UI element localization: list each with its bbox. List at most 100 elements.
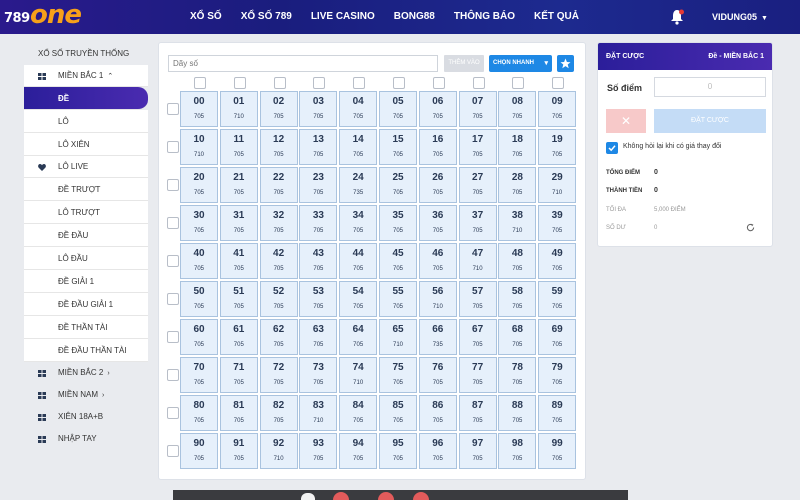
number-cell[interactable]: 10 710 (180, 129, 218, 165)
number-cell[interactable]: 38 710 (498, 205, 537, 241)
number-cell[interactable]: 61 705 (219, 319, 258, 355)
number-cell[interactable]: 40 705 (180, 243, 218, 279)
number-cell[interactable]: 72 705 (259, 357, 298, 393)
number-cell[interactable]: 58 705 (498, 281, 537, 317)
number-cell[interactable]: 90 705 (180, 433, 218, 469)
nav-live-casino[interactable]: LIVE CASINO (311, 0, 375, 34)
number-cell[interactable]: 12 705 (259, 129, 298, 165)
column-checkbox[interactable] (313, 77, 326, 89)
number-cell[interactable]: 35 705 (379, 205, 417, 241)
number-cell[interactable]: 01 710 (219, 91, 258, 127)
column-checkbox[interactable] (432, 77, 445, 89)
number-cell[interactable]: 09 705 (538, 91, 577, 127)
number-cell[interactable]: 14 705 (339, 129, 378, 165)
number-cell[interactable]: 84 705 (339, 395, 378, 431)
sidebar-item-de-dau[interactable]: ĐỀ ĐẦU (24, 224, 148, 247)
taskbar-app-icon[interactable] (378, 492, 394, 500)
row-checkbox[interactable] (167, 179, 179, 191)
number-cell[interactable]: 52 705 (259, 281, 298, 317)
number-cell[interactable]: 82 705 (259, 395, 298, 431)
number-cell[interactable]: 07 705 (458, 91, 497, 127)
number-cell[interactable]: 97 705 (458, 433, 497, 469)
column-checkbox[interactable] (552, 77, 565, 89)
number-cell[interactable]: 47 710 (458, 243, 497, 279)
number-sequence-input[interactable] (168, 55, 438, 72)
number-cell[interactable]: 45 705 (379, 243, 417, 279)
row-checkbox[interactable] (167, 293, 179, 305)
site-logo[interactable]: 789 one (4, 0, 104, 31)
number-cell[interactable]: 68 705 (498, 319, 537, 355)
number-cell[interactable]: 83 710 (299, 395, 338, 431)
number-cell[interactable]: 34 705 (339, 205, 378, 241)
number-cell[interactable]: 48 705 (498, 243, 537, 279)
number-cell[interactable]: 93 705 (299, 433, 338, 469)
number-cell[interactable]: 24 735 (339, 167, 378, 203)
taskbar-app-icon[interactable] (333, 492, 349, 500)
sidebar-item-de-dau-giai-1[interactable]: ĐỀ ĐẦU GIẢI 1 (24, 293, 148, 316)
number-cell[interactable]: 15 705 (379, 129, 417, 165)
number-cell[interactable]: 11 705 (219, 129, 258, 165)
number-cell[interactable]: 65 710 (379, 319, 417, 355)
number-cell[interactable]: 31 705 (219, 205, 258, 241)
sidebar-group-lo-live[interactable]: LÔ LIVE (24, 156, 148, 178)
row-checkbox[interactable] (167, 217, 179, 229)
number-cell[interactable]: 27 705 (458, 167, 497, 203)
number-cell[interactable]: 71 705 (219, 357, 258, 393)
row-checkbox[interactable] (167, 103, 179, 115)
number-cell[interactable]: 21 705 (219, 167, 258, 203)
number-cell[interactable]: 98 705 (498, 433, 537, 469)
row-checkbox[interactable] (167, 369, 179, 381)
number-cell[interactable]: 76 705 (418, 357, 457, 393)
number-cell[interactable]: 50 705 (180, 281, 218, 317)
number-cell[interactable]: 75 705 (379, 357, 417, 393)
number-cell[interactable]: 95 705 (379, 433, 417, 469)
number-cell[interactable]: 08 705 (498, 91, 537, 127)
sidebar-item-de[interactable]: ĐỀ (24, 87, 148, 110)
row-checkbox[interactable] (167, 407, 179, 419)
nav-xo-so-789[interactable]: XỔ SỐ 789 (241, 0, 292, 34)
number-cell[interactable]: 51 705 (219, 281, 258, 317)
nav-xo-so[interactable]: XỔ SỐ (190, 0, 222, 34)
clear-button[interactable]: ✕ (606, 109, 646, 133)
column-checkbox[interactable] (233, 77, 246, 89)
number-cell[interactable]: 00 705 (180, 91, 218, 127)
number-cell[interactable]: 62 705 (259, 319, 298, 355)
number-cell[interactable]: 02 705 (259, 91, 298, 127)
number-cell[interactable]: 06 705 (418, 91, 457, 127)
sidebar-item-de-than-tai[interactable]: ĐỀ THẦN TÀI (24, 316, 148, 339)
number-cell[interactable]: 99 705 (538, 433, 577, 469)
number-cell[interactable]: 19 705 (538, 129, 577, 165)
bell-icon[interactable] (670, 9, 684, 25)
number-cell[interactable]: 63 705 (299, 319, 338, 355)
number-cell[interactable]: 54 705 (339, 281, 378, 317)
number-cell[interactable]: 79 705 (538, 357, 577, 393)
sidebar-group-xien[interactable]: XIÊN 18A+B (24, 406, 148, 428)
taskbar-app-icon[interactable] (413, 492, 429, 500)
number-cell[interactable]: 86 705 (418, 395, 457, 431)
number-cell[interactable]: 30 705 (180, 205, 218, 241)
sidebar-group-mien-nam[interactable]: MIỀN NAM › (24, 384, 148, 406)
number-cell[interactable]: 85 705 (379, 395, 417, 431)
number-cell[interactable]: 81 705 (219, 395, 258, 431)
nav-thong-bao[interactable]: THÔNG BÁO (454, 0, 515, 34)
column-checkbox[interactable] (472, 77, 485, 89)
row-checkbox[interactable] (167, 255, 179, 267)
number-cell[interactable]: 22 705 (259, 167, 298, 203)
number-cell[interactable]: 66 735 (418, 319, 457, 355)
column-checkbox[interactable] (353, 77, 366, 89)
number-cell[interactable]: 56 710 (418, 281, 457, 317)
number-cell[interactable]: 49 705 (538, 243, 577, 279)
number-cell[interactable]: 59 705 (538, 281, 577, 317)
number-cell[interactable]: 13 705 (299, 129, 338, 165)
number-cell[interactable]: 36 705 (418, 205, 457, 241)
taskbar-app-icon[interactable] (301, 493, 315, 500)
number-cell[interactable]: 16 705 (418, 129, 457, 165)
place-bet-button[interactable]: ĐẶT CƯỢC (654, 109, 766, 133)
number-cell[interactable]: 70 705 (180, 357, 218, 393)
add-button[interactable]: THÊM VÀO (444, 55, 484, 72)
sidebar-item-de-giai-1[interactable]: ĐỀ GIẢI 1 (24, 270, 148, 293)
number-cell[interactable]: 78 705 (498, 357, 537, 393)
sidebar-item-de-dau-than-tai[interactable]: ĐỀ ĐẦU THẦN TÀI (24, 339, 148, 362)
number-cell[interactable]: 29 710 (538, 167, 577, 203)
number-cell[interactable]: 05 705 (379, 91, 417, 127)
